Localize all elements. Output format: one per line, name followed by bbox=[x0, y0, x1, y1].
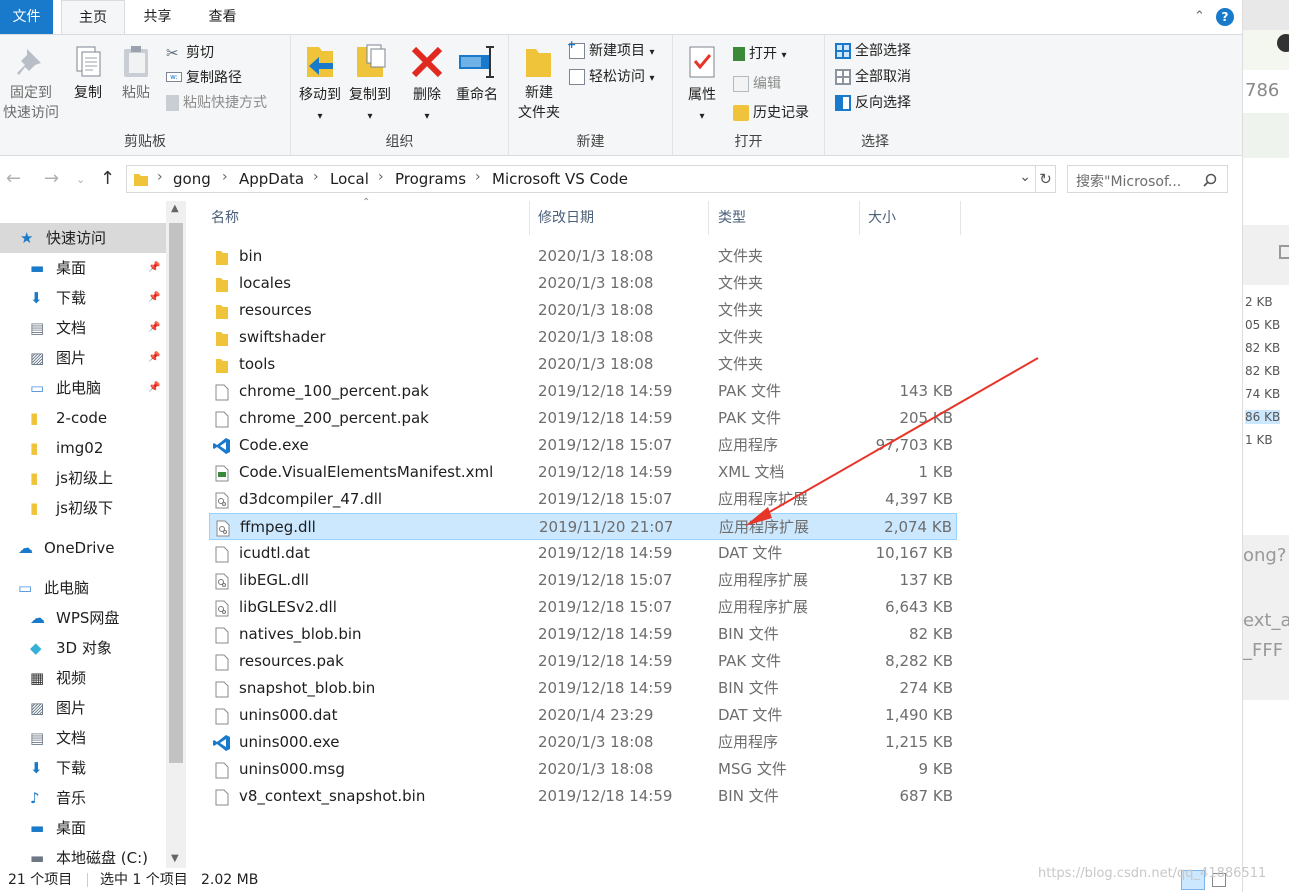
background-strip bbox=[1243, 113, 1289, 158]
annotation-arrow bbox=[745, 357, 1039, 526]
background-window: 786 2 KB 05 KB 82 KB 82 KB 74 KB 86 KB 1 KB on… bbox=[1242, 0, 1289, 892]
background-number: 786 bbox=[1245, 80, 1280, 101]
background-size: 82 KB bbox=[1245, 341, 1281, 355]
background-text-question: ong? bbox=[1243, 545, 1287, 566]
background-size: 86 KB bbox=[1245, 410, 1281, 424]
background-size: 2 KB bbox=[1245, 295, 1273, 309]
background-size: 05 KB bbox=[1245, 318, 1281, 332]
watermark: https://blog.csdn.net/qq_41886511 bbox=[1038, 866, 1267, 881]
background-text-2: _FFF bbox=[1243, 640, 1284, 661]
background-size: 82 KB bbox=[1245, 364, 1281, 378]
background-text-1: ext_a bbox=[1243, 610, 1289, 631]
github-icon bbox=[1277, 34, 1289, 52]
background-toolbar bbox=[1243, 0, 1289, 30]
image-icon bbox=[1279, 245, 1289, 259]
background-size: 74 KB bbox=[1245, 387, 1281, 401]
background-size: 1 KB bbox=[1245, 433, 1273, 447]
file-explorer-window: 文件 主页 共享 查看 ⌃ ? 固定到 快速访问 复制 粘贴 ✂ 剪切 w: 复制路… bbox=[0, 0, 1242, 892]
